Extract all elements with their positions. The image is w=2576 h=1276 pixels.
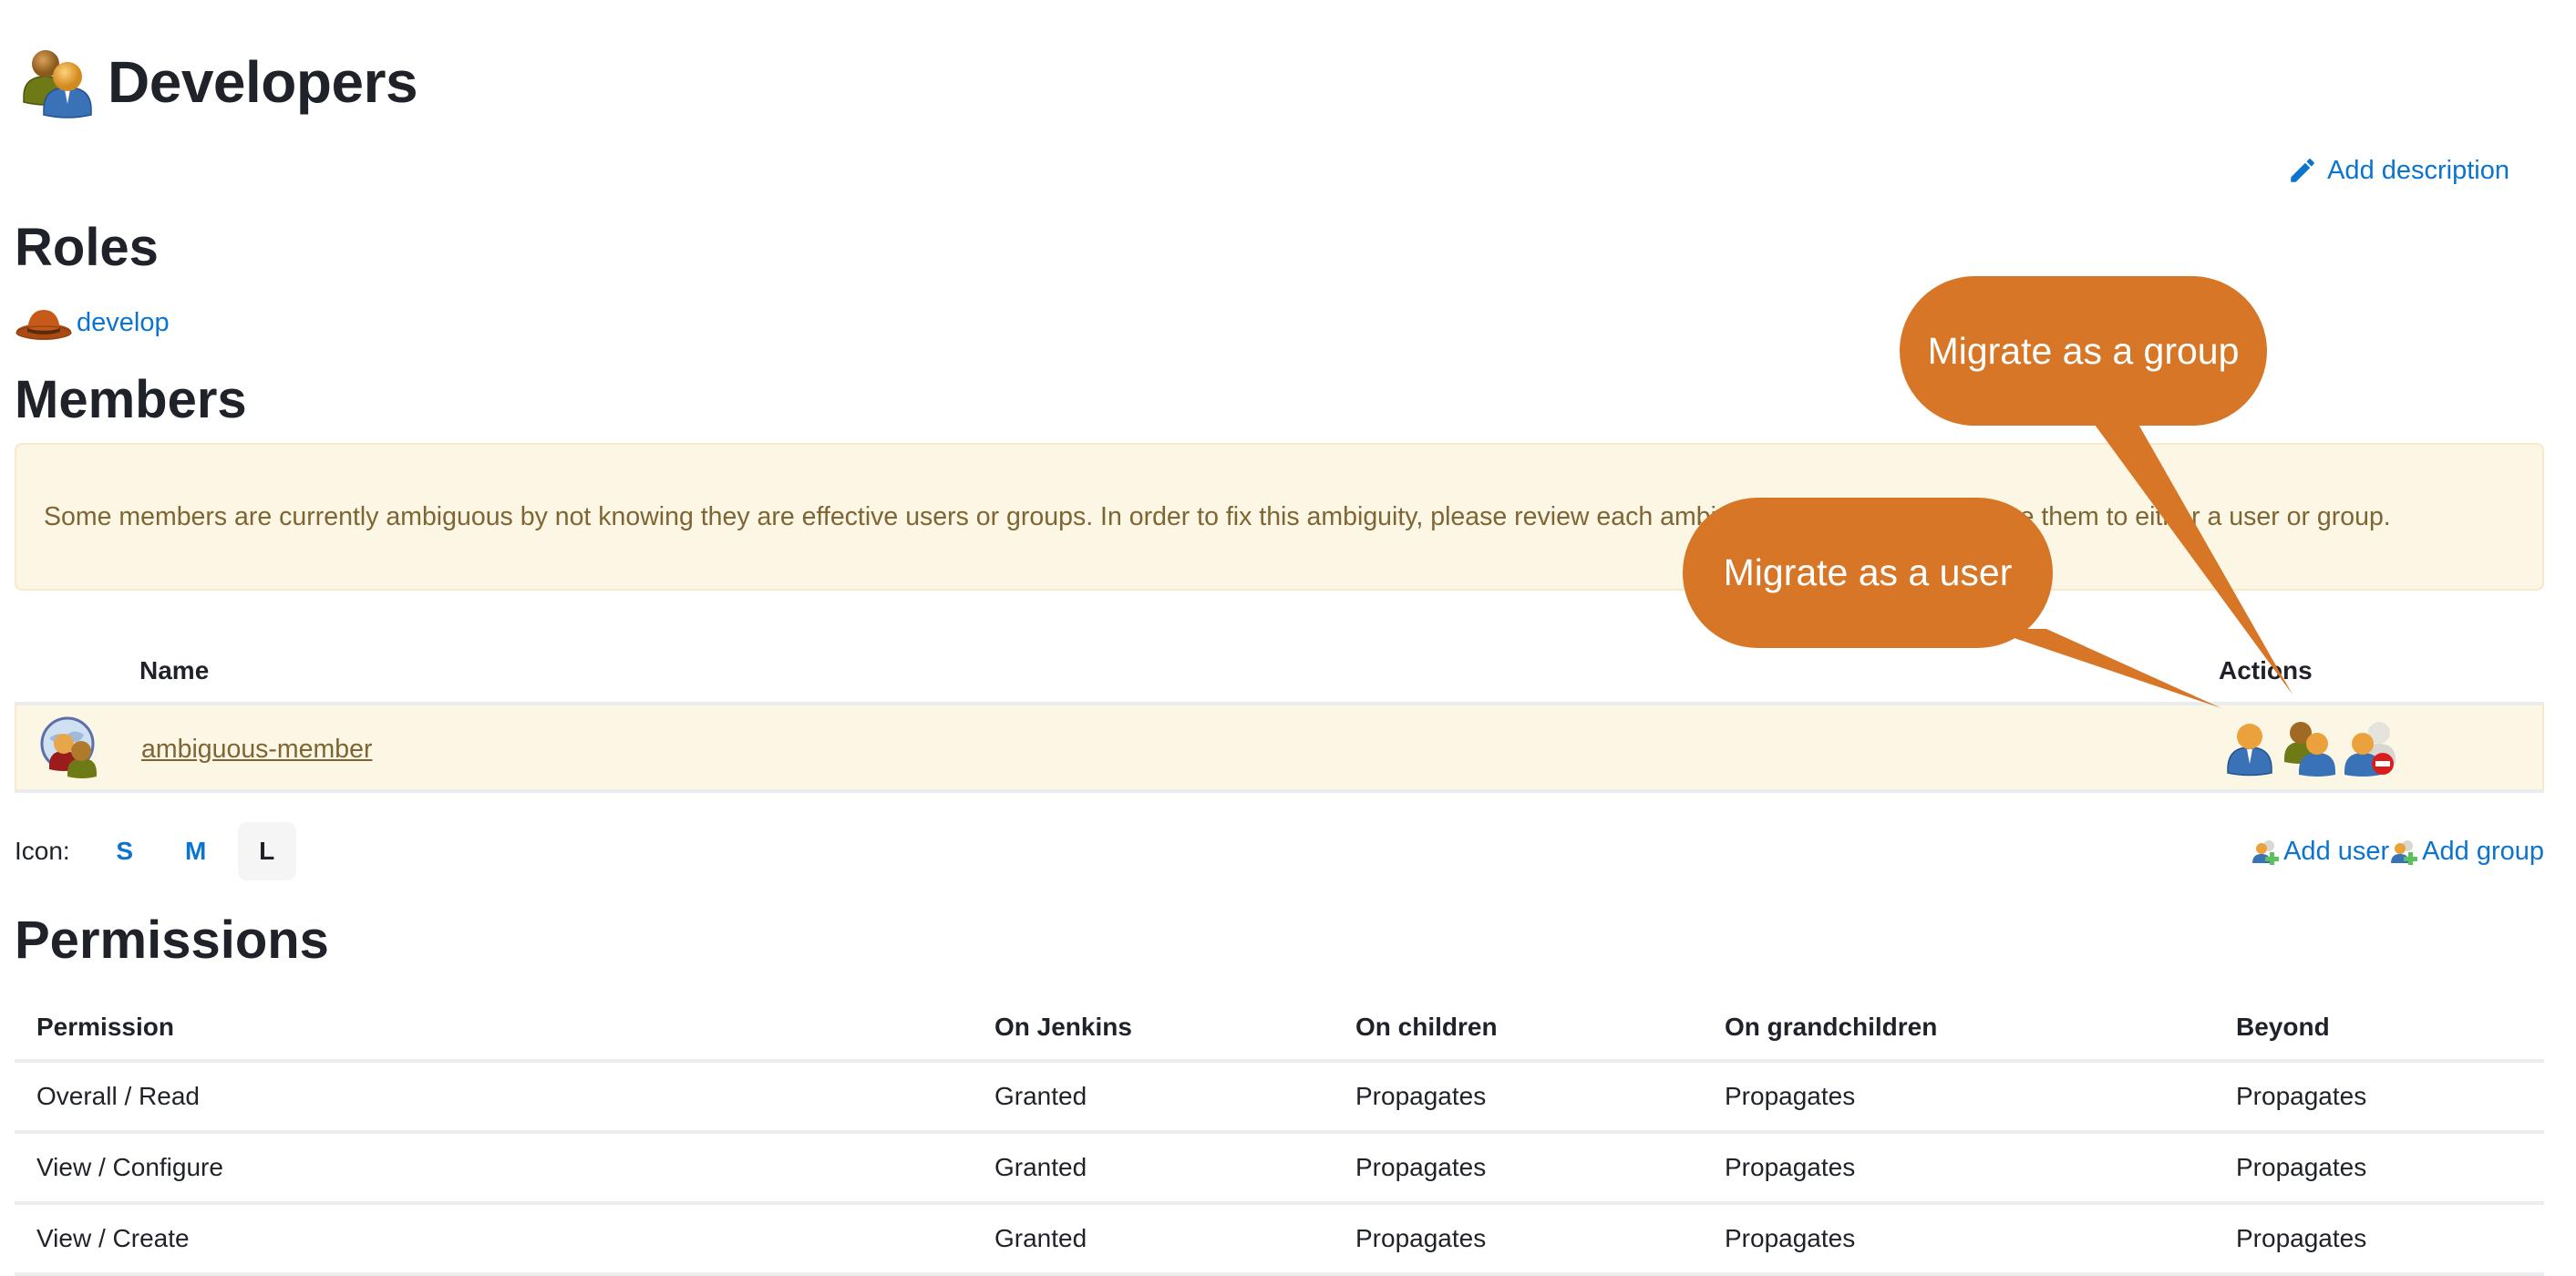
on-jenkins-cell: Granted [973, 1132, 1334, 1205]
migrate-as-group-button[interactable] [2282, 718, 2337, 777]
on-children-cell: Propagates [1334, 1203, 1703, 1276]
column-header-on-children: On children [1334, 995, 1703, 1063]
member-name-link[interactable]: ambiguous-member [141, 735, 372, 765]
role-label: develop [77, 307, 170, 337]
add-member-links: Add user Add group [2251, 837, 2544, 867]
icon-size-selector: Icon: S M L [15, 822, 309, 880]
page-title: Developers [108, 49, 418, 115]
on-grandchildren-cell: Propagates [1703, 1061, 2214, 1134]
table-row: View / Configure Granted Propagates Prop… [15, 1132, 2544, 1205]
callout-group-text: Migrate as a group [1927, 329, 2240, 372]
add-group-link[interactable]: Add group [2389, 837, 2544, 867]
on-jenkins-cell: Granted [973, 1061, 1334, 1134]
add-user-icon [2252, 839, 2280, 865]
permissions-heading: Permissions [15, 911, 329, 970]
on-grandchildren-cell: Propagates [1703, 1132, 2214, 1205]
on-children-cell: Propagates [1334, 1132, 1703, 1205]
beyond-cell: Propagates [2214, 1132, 2544, 1205]
page-header: Developers [18, 40, 418, 124]
column-header-permission: Permission [15, 995, 973, 1063]
table-row: ambiguous-member [15, 702, 2544, 793]
add-group-label: Add group [2422, 837, 2544, 866]
permission-cell: View / Create [15, 1203, 973, 1276]
column-header-name: Name [139, 656, 210, 684]
ambiguity-warning: Some members are currently ambiguous by … [15, 443, 2544, 591]
beyond-cell: Propagates [2214, 1061, 2544, 1134]
on-jenkins-cell: Granted [973, 1203, 1334, 1276]
table-row: View / Create Granted Propagates Propaga… [15, 1203, 2544, 1276]
on-grandchildren-cell: Propagates [1703, 1203, 2214, 1276]
icon-size-label: Icon: [15, 837, 70, 865]
add-group-icon [2391, 839, 2418, 865]
table-row: Overall / Read Granted Propagates Propag… [15, 1061, 2544, 1134]
permission-cell: Overall / Read [15, 1061, 973, 1134]
add-description-link[interactable]: Add description [2287, 155, 2509, 186]
column-header-beyond: Beyond [2214, 995, 2544, 1063]
migrate-user-callout: Migrate as a user [1683, 498, 2053, 648]
role-item-develop[interactable]: develop [15, 303, 170, 343]
icon-size-m[interactable]: M [167, 822, 225, 880]
column-header-on-jenkins: On Jenkins [973, 995, 1334, 1063]
permission-cell: View / Configure [15, 1132, 973, 1205]
permissions-header-row: Permission On Jenkins On children On gra… [15, 995, 2544, 1063]
fedora-hat-icon [15, 310, 72, 340]
members-table: Name Actions ambiguous-member [15, 638, 2544, 793]
warning-text: Some members are currently ambiguous by … [44, 501, 2391, 531]
migrate-as-user-button[interactable] [2222, 718, 2277, 777]
roles-heading: Roles [15, 218, 159, 277]
icon-size-l[interactable]: L [237, 822, 296, 880]
members-heading: Members [15, 370, 247, 429]
beyond-cell: Propagates [2214, 1203, 2544, 1276]
icon-size-s[interactable]: S [96, 822, 154, 880]
members-table-header: Name Actions [15, 638, 2544, 702]
ambiguous-member-icon [40, 716, 97, 778]
add-description-label: Add description [2327, 155, 2509, 185]
add-user-label: Add user [2283, 837, 2390, 866]
on-children-cell: Propagates [1334, 1061, 1703, 1134]
migrate-group-callout: Migrate as a group [1900, 276, 2267, 426]
permissions-table: Permission On Jenkins On children On gra… [15, 995, 2544, 1276]
remove-member-button[interactable] [2343, 718, 2397, 777]
add-user-link[interactable]: Add user [2251, 837, 2389, 867]
column-header-actions: Actions [2219, 656, 2313, 684]
member-actions [2222, 718, 2397, 777]
callout-user-text: Migrate as a user [1723, 551, 2013, 593]
pencil-icon [2291, 159, 2314, 182]
column-header-on-grandchildren: On grandchildren [1703, 995, 2214, 1063]
group-icon [23, 50, 92, 118]
